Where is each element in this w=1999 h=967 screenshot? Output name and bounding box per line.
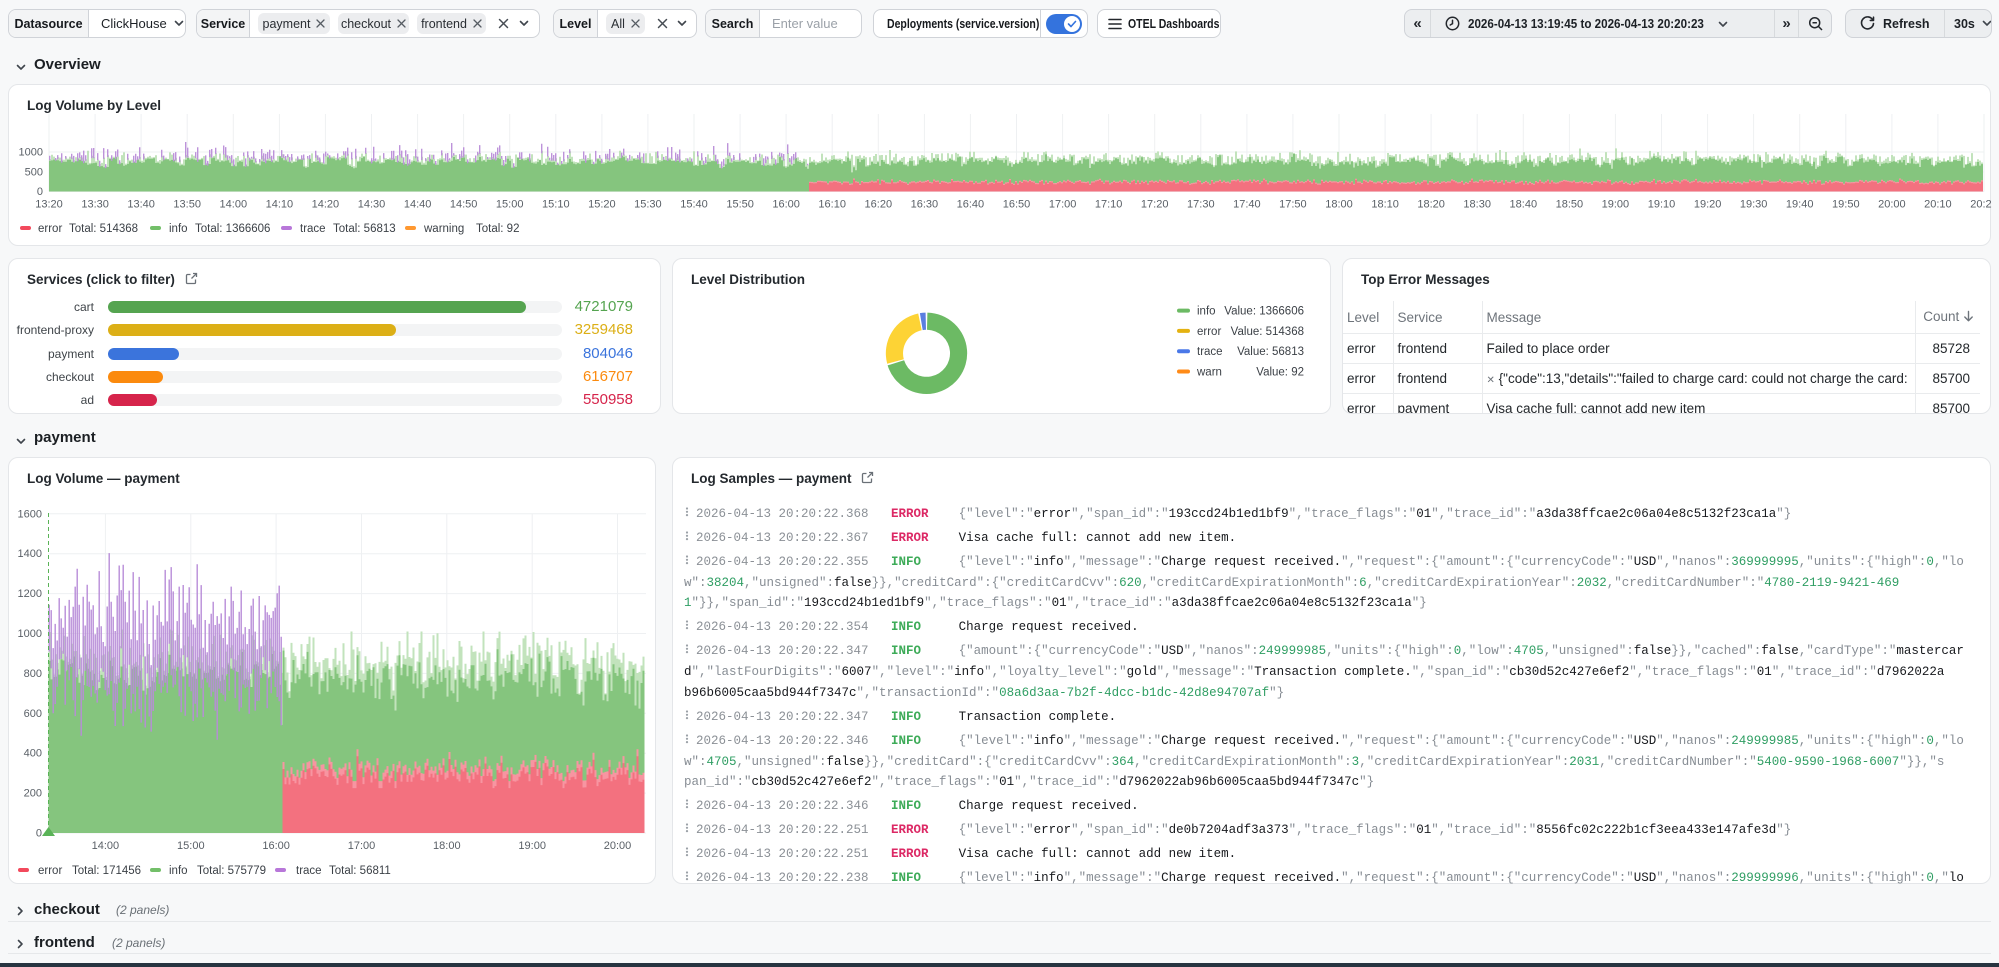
svg-text:13:40: 13:40 [127,199,155,211]
svg-text:Total: 575779: Total: 575779 [197,865,266,877]
svg-text:18:40: 18:40 [1510,199,1538,211]
svg-text:18:00: 18:00 [1325,199,1353,211]
svg-text:16:00: 16:00 [772,199,800,211]
svg-text:19:00: 19:00 [518,840,546,852]
svg-text:15:50: 15:50 [726,199,754,211]
svg-text:13:20: 13:20 [35,199,63,211]
svg-text:17:50: 17:50 [1279,199,1307,211]
svg-text:400: 400 [24,748,42,760]
svg-text:14:10: 14:10 [266,199,294,211]
svg-text:Value: 92: Value: 92 [1256,367,1304,379]
svg-text:trace: trace [300,223,326,235]
svg-text:600: 600 [24,708,42,720]
svg-text:19:10: 19:10 [1648,199,1676,211]
svg-text:16:00: 16:00 [262,840,290,852]
svg-text:Total: 56811: Total: 56811 [329,865,391,877]
svg-text:16:50: 16:50 [1003,199,1031,211]
svg-text:15:00: 15:00 [496,199,524,211]
svg-text:19:50: 19:50 [1832,199,1860,211]
svg-text:19:20: 19:20 [1694,199,1722,211]
svg-text:19:00: 19:00 [1602,199,1630,211]
svg-text:19:40: 19:40 [1786,199,1814,211]
svg-text:Total: 171456: Total: 171456 [72,865,141,877]
svg-text:16:40: 16:40 [957,199,985,211]
svg-text:error: error [38,865,62,877]
svg-text:13:30: 13:30 [81,199,109,211]
svg-text:Total: 1366606: Total: 1366606 [195,223,270,235]
svg-text:info: info [169,865,188,877]
svg-text:Value: 1366606: Value: 1366606 [1224,306,1304,318]
svg-text:15:40: 15:40 [680,199,708,211]
svg-text:17:20: 17:20 [1141,199,1169,211]
svg-text:16:30: 16:30 [911,199,939,211]
svg-text:0: 0 [36,828,42,840]
svg-text:Total: 92: Total: 92 [476,223,519,235]
svg-text:Total: 514368: Total: 514368 [69,223,138,235]
svg-text:warning: warning [423,223,464,235]
svg-text:20:00: 20:00 [604,840,632,852]
svg-text:15:00: 15:00 [177,840,205,852]
svg-text:1200: 1200 [18,588,42,600]
svg-text:17:00: 17:00 [1049,199,1077,211]
svg-text:1400: 1400 [18,548,42,560]
svg-text:17:00: 17:00 [348,840,376,852]
svg-text:20:20: 20:20 [1970,199,1992,211]
svg-text:13:50: 13:50 [173,199,201,211]
svg-text:19:30: 19:30 [1740,199,1768,211]
svg-text:17:40: 17:40 [1233,199,1261,211]
svg-text:info: info [1197,306,1216,318]
svg-text:0: 0 [37,186,43,198]
svg-text:14:40: 14:40 [404,199,432,211]
svg-text:800: 800 [24,668,42,680]
svg-text:warn: warn [1196,367,1222,379]
svg-text:info: info [169,223,188,235]
svg-text:error: error [38,223,62,235]
svg-text:14:00: 14:00 [92,840,120,852]
svg-text:15:10: 15:10 [542,199,570,211]
svg-text:error: error [1197,326,1221,338]
svg-text:16:10: 16:10 [818,199,846,211]
svg-text:trace: trace [1197,346,1223,358]
svg-text:1000: 1000 [19,147,43,159]
svg-text:15:30: 15:30 [634,199,662,211]
svg-text:14:00: 14:00 [220,199,248,211]
svg-text:200: 200 [24,788,42,800]
svg-text:18:20: 18:20 [1417,199,1445,211]
svg-text:18:50: 18:50 [1556,199,1584,211]
svg-text:Value: 514368: Value: 514368 [1231,326,1304,338]
svg-text:17:10: 17:10 [1095,199,1123,211]
svg-text:Value: 56813: Value: 56813 [1237,346,1304,358]
svg-text:18:10: 18:10 [1371,199,1399,211]
svg-text:18:30: 18:30 [1463,199,1491,211]
svg-text:500: 500 [25,167,43,179]
svg-text:15:20: 15:20 [588,199,616,211]
svg-text:1600: 1600 [18,508,42,520]
svg-text:trace: trace [296,865,322,877]
svg-text:14:30: 14:30 [358,199,386,211]
svg-text:1000: 1000 [18,628,42,640]
svg-text:17:30: 17:30 [1187,199,1215,211]
svg-text:16:20: 16:20 [865,199,893,211]
svg-text:14:50: 14:50 [450,199,478,211]
svg-text:Total: 56813: Total: 56813 [333,223,396,235]
svg-text:14:20: 14:20 [312,199,340,211]
svg-text:20:00: 20:00 [1878,199,1906,211]
svg-text:18:00: 18:00 [433,840,461,852]
svg-text:20:10: 20:10 [1924,199,1952,211]
